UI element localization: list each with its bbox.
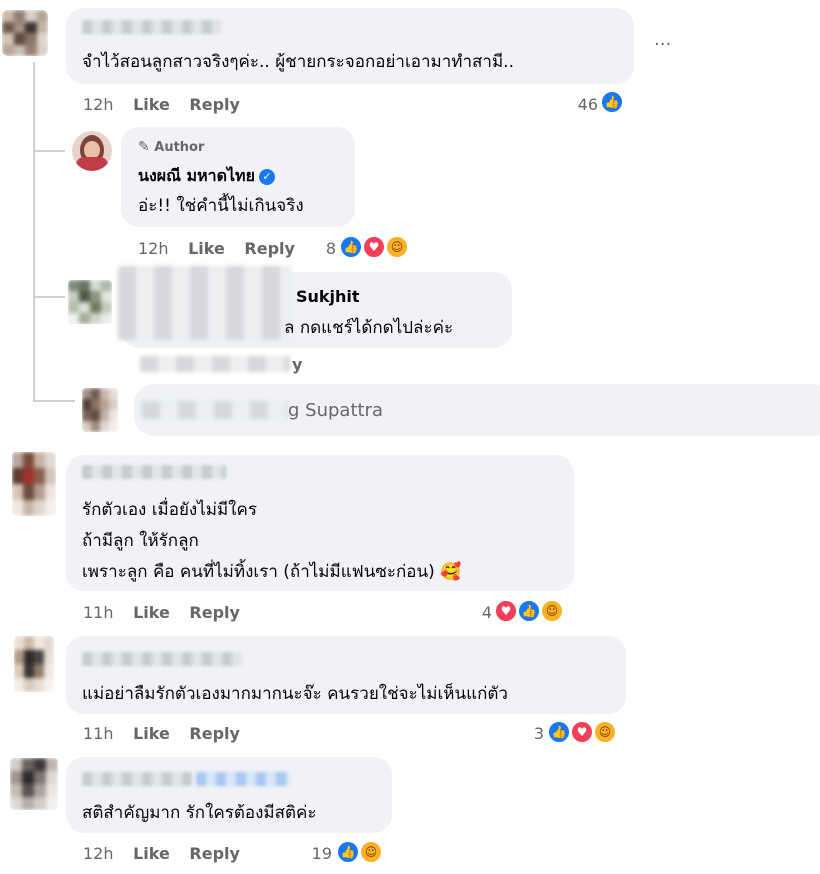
- avatar: [82, 388, 118, 432]
- love-reaction-icon: ♥: [570, 720, 594, 744]
- reply-button[interactable]: Reply: [189, 724, 240, 743]
- reply-button[interactable]: Reply: [189, 603, 240, 622]
- like-button[interactable]: Like: [188, 239, 225, 258]
- comment-time[interactable]: 11h: [83, 724, 114, 743]
- like-reaction-icon: 👍: [336, 840, 360, 864]
- like-reaction-icon: 👍: [547, 720, 571, 744]
- thread-branch: [33, 400, 75, 402]
- more-options-button[interactable]: ···: [654, 34, 671, 55]
- verified-badge-icon: ✓: [258, 168, 275, 185]
- reaction-count[interactable]: 19: [294, 844, 332, 863]
- comment-time[interactable]: 12h: [83, 844, 114, 863]
- comment-time[interactable]: 12h: [138, 239, 169, 258]
- reply-input-placeholder: g Supattra: [288, 400, 383, 421]
- reaction-count[interactable]: 3: [512, 724, 544, 743]
- like-button[interactable]: Like: [133, 603, 170, 622]
- comment-text: อ่ะ!! ใช่คำนี้ไม่เกินจริง: [138, 196, 304, 216]
- like-reaction-icon: 👍: [339, 235, 363, 259]
- comment-time[interactable]: 12h: [83, 95, 114, 114]
- love-reaction-icon: ♥: [494, 599, 518, 623]
- commenter-name-blurred[interactable]: [82, 772, 192, 786]
- comment-line: รักตัวเอง เมื่อยังไม่มีใคร: [82, 500, 257, 520]
- comment-text: ล กดแชร์ได้กดไปล่ะค่ะ: [284, 318, 454, 338]
- love-reaction-icon: ♥: [362, 235, 386, 259]
- like-reaction-icon: 👍: [517, 599, 541, 623]
- reply-button[interactable]: Reply: [189, 844, 240, 863]
- avatar[interactable]: [2, 10, 48, 56]
- avatar[interactable]: [14, 636, 54, 692]
- commenter-name-blurred[interactable]: [82, 652, 242, 666]
- avatar[interactable]: [10, 758, 58, 810]
- like-button[interactable]: Like: [133, 95, 170, 114]
- commenter-name-blurred[interactable]: [82, 20, 222, 34]
- care-reaction-icon: ☺: [385, 235, 409, 259]
- blurred-meta: [140, 356, 290, 372]
- thread-line: [33, 62, 35, 400]
- pencil-icon: ✎: [138, 139, 150, 155]
- like-button[interactable]: Like: [133, 724, 170, 743]
- reply-button[interactable]: Reply: [189, 95, 240, 114]
- reply-button[interactable]: Reply: [244, 239, 295, 258]
- avatar[interactable]: [12, 452, 56, 516]
- comment-meta: 12h Like Reply: [83, 844, 240, 863]
- comment-line: ถ้ามีลูก ให้รักลูก: [82, 531, 199, 551]
- like-button[interactable]: Like: [133, 844, 170, 863]
- follow-label-blurred[interactable]: [196, 772, 290, 786]
- comment-time[interactable]: 11h: [83, 603, 114, 622]
- reaction-count[interactable]: 4: [460, 603, 492, 622]
- comment-text: จำไว้สอนลูกสาวจริงๆค่ะ.. ผู้ชายกระจอกอย่…: [82, 52, 514, 72]
- care-reaction-icon: ☺: [359, 840, 383, 864]
- like-reaction-icon: 👍: [600, 90, 624, 114]
- comment-line: เพราะลูก คือ คนที่ไม่ทิ้งเรา (ถ้าไม่มีแฟ…: [82, 562, 462, 582]
- commenter-name-blurred[interactable]: [82, 465, 226, 479]
- comment-meta: 12h Like Reply: [83, 95, 240, 114]
- meta-fragment: y: [292, 355, 303, 374]
- comment-meta: 11h Like Reply: [83, 603, 240, 622]
- blurred-region: [142, 401, 288, 419]
- blurred-region: [118, 266, 292, 340]
- avatar[interactable]: [68, 280, 112, 324]
- comment-meta: 11h Like Reply: [83, 724, 240, 743]
- thread-branch: [33, 150, 65, 152]
- comment-meta: 12h Like Reply: [138, 239, 295, 258]
- comment-text: สติสำคัญมาก รักใครต้องมีสติค่ะ: [82, 803, 317, 823]
- reaction-count[interactable]: 8: [300, 239, 336, 258]
- reaction-count[interactable]: 46: [560, 95, 598, 114]
- thread-branch: [33, 296, 65, 298]
- care-reaction-icon: ☺: [540, 599, 564, 623]
- commenter-name[interactable]: นงผณี มหาดไทย ✓: [138, 164, 275, 189]
- commenter-name[interactable]: Sukjhit: [296, 287, 360, 306]
- author-avatar[interactable]: [72, 131, 112, 171]
- care-reaction-icon: ☺: [593, 720, 617, 744]
- author-badge: ✎ Author: [138, 139, 205, 155]
- comment-text: แม่อย่าลืมรักตัวเองมากมากนะจ๊ะ คนรวยใช่จ…: [82, 684, 508, 704]
